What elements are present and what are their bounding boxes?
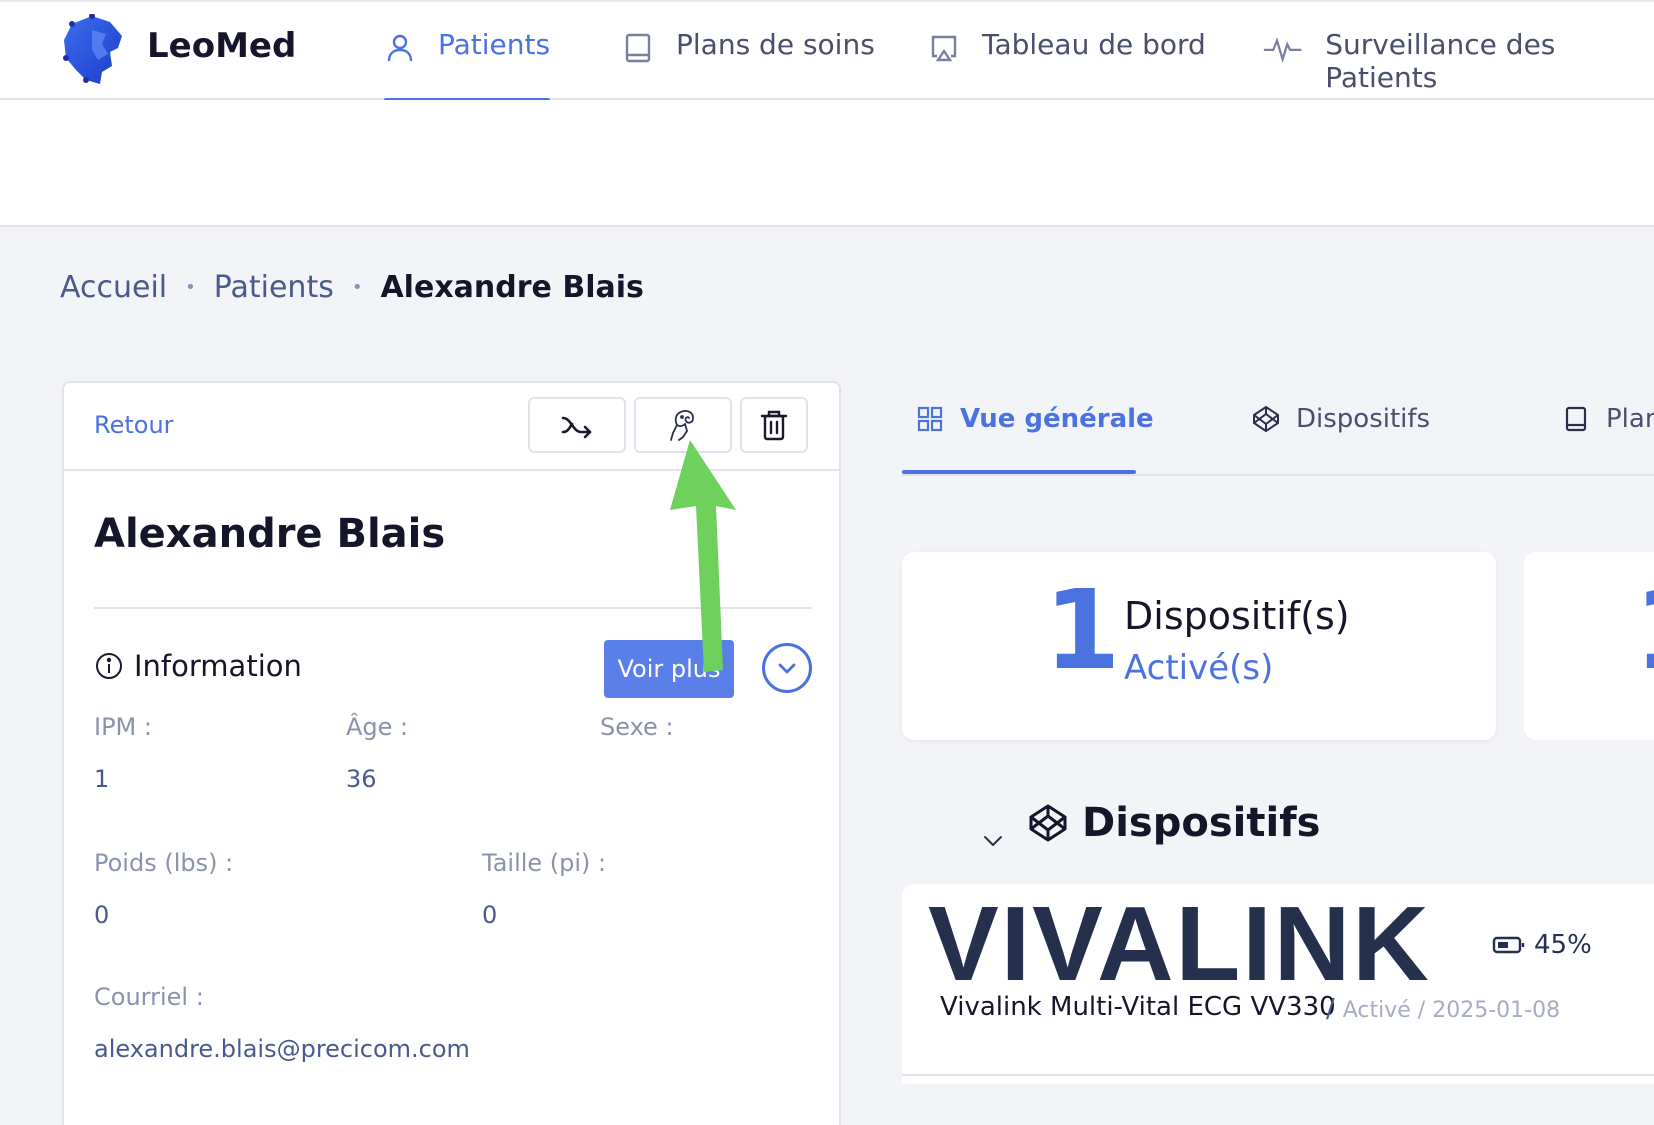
ipm-value: 1 [94, 765, 110, 793]
slash-separator: / [1326, 994, 1335, 1024]
divider [94, 607, 812, 609]
device-status: / Activé / 2025-01-08 [1326, 994, 1560, 1024]
nav-item-label: Patients [438, 28, 551, 61]
weight-label: Poids (lbs) : [94, 849, 234, 877]
tab-label: Vue générale [960, 404, 1154, 434]
second-stat-card: 1 [1524, 552, 1654, 740]
brand-name[interactable]: LeoMed [147, 26, 296, 66]
patient-card-header: Retour [64, 383, 839, 471]
patient-card: Retour Alexandre Blais Information Voir … [62, 381, 841, 1125]
devices-section-heading: Dispositifs [1028, 800, 1320, 846]
tab-label: Plans [1606, 404, 1654, 434]
ram-icon [670, 410, 694, 441]
tab-label: Dispositifs [1296, 404, 1431, 434]
expand-info-button[interactable] [762, 643, 812, 693]
codepen-icon [1029, 804, 1067, 842]
height-label: Taille (pi) : [482, 849, 607, 877]
chevron-down-icon[interactable] [980, 828, 1006, 854]
device-count-title: Dispositif(s) [1124, 594, 1350, 638]
breadcrumb-separator: • [351, 277, 363, 298]
divider [902, 1074, 1654, 1076]
user-icon [387, 34, 413, 62]
back-link[interactable]: Retour [94, 411, 174, 439]
nav-item-plans-de-soins[interactable]: Plans de soins [622, 28, 875, 102]
nav-item-label: Surveillance des Patients [1325, 28, 1556, 94]
chevron-down-icon [778, 663, 796, 674]
weight-value: 0 [94, 901, 110, 929]
delete-button[interactable] [740, 397, 808, 453]
nav-item-surveillance[interactable]: Surveillance des Patients [1262, 28, 1654, 102]
shuffle-arrow-icon [561, 416, 592, 439]
codepen-icon [1253, 406, 1279, 432]
age-value: 36 [346, 765, 377, 793]
breadcrumb-patients[interactable]: Patients [214, 270, 334, 305]
book-icon [1565, 406, 1587, 432]
nav-item-label: Tableau de bord [982, 28, 1206, 61]
leomed-logo-icon[interactable] [62, 14, 126, 88]
tab-dispositifs[interactable]: Dispositifs [1252, 404, 1430, 434]
nav-item-tableau-de-bord[interactable]: Tableau de bord [928, 28, 1206, 102]
devices-section-title: Dispositifs [1082, 800, 1321, 846]
battery-level: 45% [1534, 930, 1592, 960]
monitor-icon [931, 35, 957, 62]
height-value: 0 [482, 901, 498, 929]
vivalink-logo: VIVALINK [928, 885, 1431, 1003]
trash-icon [760, 410, 788, 441]
information-label: Information [134, 649, 302, 683]
sexe-label: Sexe : [600, 713, 674, 741]
animal-profile-button[interactable] [634, 397, 732, 453]
device-status-text: Activé / 2025-01-08 [1342, 998, 1561, 1023]
device-name: Vivalink Multi-Vital ECG VV330 [940, 992, 1336, 1022]
breadcrumb-separator: • [185, 277, 196, 298]
device-count-card: 1 Dispositif(s) Activé(s) [902, 552, 1496, 740]
nav-item-label: Plans de soins [676, 28, 875, 61]
email-label: Courriel : [94, 983, 204, 1011]
nav-item-patients[interactable]: Patients [384, 28, 551, 102]
second-stat-count: 1 [1634, 566, 1654, 694]
device-card[interactable]: VIVALINK 45% Vivalink Multi-Vital ECG VV… [902, 884, 1654, 1084]
breadcrumb-home[interactable]: Accueil [60, 270, 167, 305]
top-navbar: LeoMed Patients Plans de soins Tableau d… [0, 0, 1654, 102]
see-more-button[interactable]: Voir plus [604, 640, 734, 698]
pulse-icon [1263, 37, 1302, 64]
information-heading: Information [94, 649, 302, 683]
active-tab-indicator [902, 470, 1136, 474]
tab-vue-generale[interactable]: Vue générale [916, 404, 1154, 434]
transfer-button[interactable] [528, 397, 626, 453]
patient-name: Alexandre Blais [94, 511, 446, 557]
breadcrumb: Accueil • Patients • Alexandre Blais [60, 270, 644, 305]
battery-icon [1492, 936, 1525, 954]
tab-plans[interactable]: Plans [1562, 404, 1654, 434]
breadcrumb-current: Alexandre Blais [380, 270, 644, 305]
device-count: 1 [1044, 566, 1121, 694]
battery-status: 45% [1492, 930, 1592, 960]
device-count-subtitle: Activé(s) [1124, 648, 1274, 688]
header-band [0, 100, 1654, 227]
patient-tabs: Vue générale Dispositifs Plans [902, 380, 1654, 476]
grid-icon [917, 406, 943, 432]
info-icon [96, 653, 122, 679]
book-icon [625, 33, 651, 63]
email-value: alexandre.blais@precicom.com [94, 1035, 470, 1063]
age-label: Âge : [346, 713, 409, 741]
ipm-label: IPM : [94, 713, 152, 741]
